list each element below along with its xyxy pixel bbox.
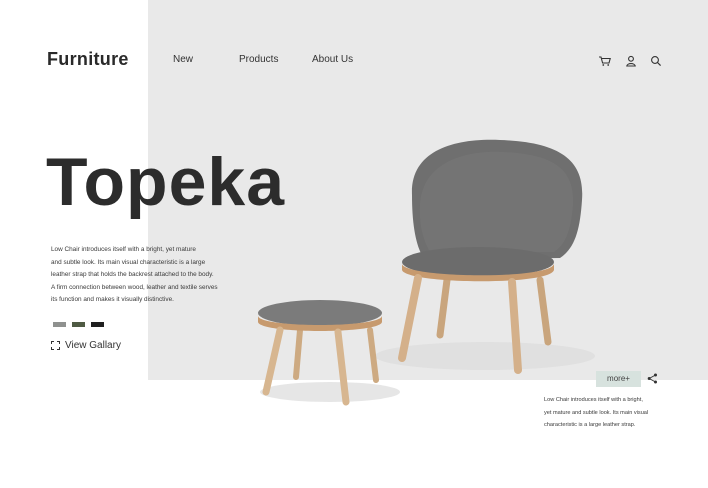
hero-description-line: leather strap that holds the backrest at…: [51, 271, 214, 278]
view-gallery-label: View Gallary: [65, 340, 121, 351]
hero-description: Low Chair introduces itself with a brigh…: [51, 244, 241, 307]
swatch-black[interactable]: [91, 322, 104, 327]
nav-products[interactable]: Products: [239, 54, 278, 65]
nav-about-us[interactable]: About Us: [312, 54, 353, 65]
more-button[interactable]: more+: [596, 371, 641, 387]
detail-description-line: characteristic is a large leather strap.: [544, 422, 636, 428]
hero-description-line: and subtle look. Its main visual charact…: [51, 258, 206, 266]
chair-and-stool-image: [258, 139, 595, 406]
brand-logo[interactable]: Furniture: [47, 49, 129, 70]
detail-description-line: yet mature and subtle look. Its main vis…: [544, 409, 649, 416]
detail-description: Low Chair introduces itself with a brigh…: [544, 394, 674, 432]
color-swatches: [53, 322, 104, 327]
expand-icon: [51, 341, 60, 350]
share-icon[interactable]: [647, 373, 658, 384]
swatch-grey[interactable]: [53, 322, 66, 327]
hero-description-line: Low Chair introduces itself with a brigh…: [51, 246, 196, 253]
swatch-olive[interactable]: [72, 322, 85, 327]
detail-description-line: Low Chair introduces itself with a brigh…: [544, 397, 643, 403]
user-icon[interactable]: [624, 54, 638, 68]
view-gallery-link[interactable]: View Gallary: [51, 340, 121, 351]
hero-description-line: A firm connection between wood, leather …: [51, 283, 218, 291]
hero-description-line: its function and makes it visually disti…: [51, 296, 174, 303]
search-icon[interactable]: [649, 54, 663, 68]
nav-new[interactable]: New: [173, 54, 193, 65]
cart-icon[interactable]: [598, 54, 612, 68]
